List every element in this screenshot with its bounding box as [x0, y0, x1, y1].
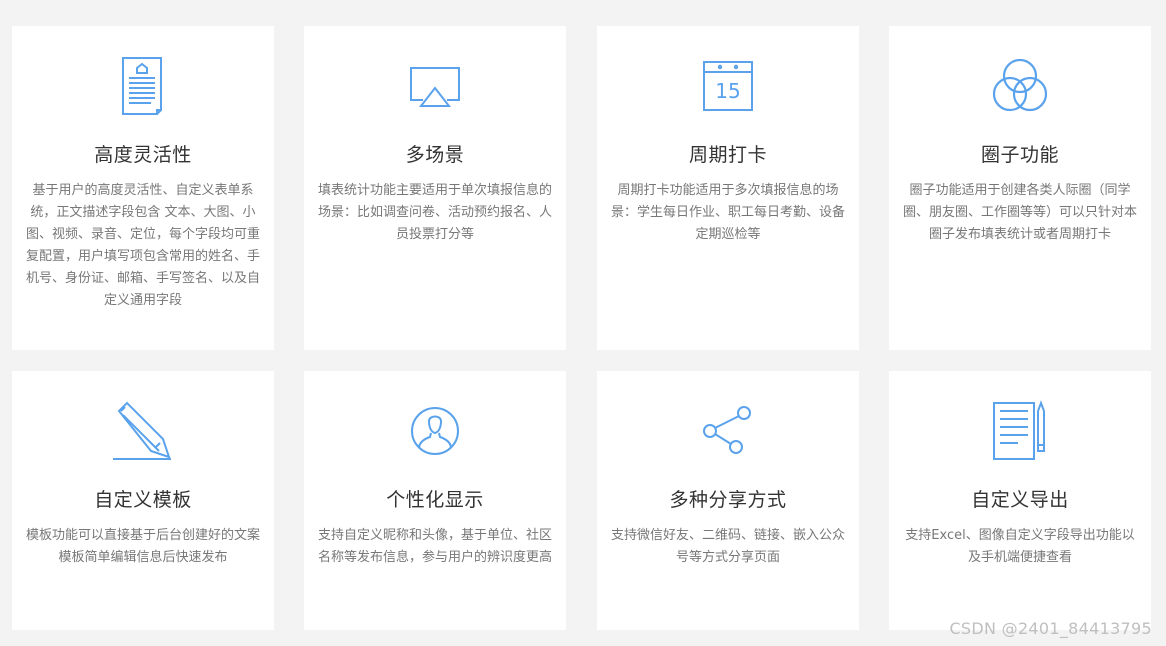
airplay-icon — [403, 54, 467, 118]
pencil-icon — [111, 399, 175, 463]
feature-card-flexibility: 高度灵活性 基于用户的高度灵活性、自定义表单系统，正文描述字段包含 文本、大图、… — [12, 26, 274, 350]
feature-title: 自定义模板 — [94, 489, 192, 511]
feature-description: 周期打卡功能适用于多次填报信息的场景：学生每日作业、职工每日考勤、设备定期巡检等 — [610, 183, 845, 242]
feature-card-custom-template: 自定义模板 模板功能可以直接基于后台创建好的文案模板简单编辑信息后快速发布 — [12, 371, 274, 630]
feature-title: 个性化显示 — [386, 489, 484, 511]
feature-description: 填表统计功能主要适用于单次填报信息的场景：比如调查问卷、活动预约报名、人员投票打… — [317, 183, 552, 242]
watermark-text: CSDN @2401_84413795 — [949, 619, 1152, 638]
notepad-pen-icon — [988, 399, 1052, 463]
feature-card-multi-scene: 多场景 填表统计功能主要适用于单次填报信息的场景：比如调查问卷、活动预约报名、人… — [304, 26, 566, 350]
feature-card-personalized-display: 个性化显示 支持自定义昵称和头像，基于单位、社区名称等发布信息，参与用户的辨识度… — [304, 371, 566, 630]
calendar-icon: 15 — [696, 54, 760, 118]
feature-description: 模板功能可以直接基于后台创建好的文案模板简单编辑信息后快速发布 — [25, 528, 260, 565]
feature-card-periodic-checkin: 15 周期打卡 周期打卡功能适用于多次填报信息的场景：学生每日作业、职工每日考勤… — [597, 26, 859, 350]
feature-card-custom-export: 自定义导出 支持Excel、图像自定义字段导出功能以及手机端便捷查看 — [889, 371, 1151, 630]
feature-card-share-methods: 多种分享方式 支持微信好友、二维码、链接、嵌入公众号等方式分享页面 — [597, 371, 859, 630]
feature-description: 支持微信好友、二维码、链接、嵌入公众号等方式分享页面 — [610, 528, 845, 565]
document-icon — [111, 54, 175, 118]
feature-title: 周期打卡 — [688, 144, 767, 166]
user-avatar-icon — [403, 399, 467, 463]
feature-description: 支持Excel、图像自定义字段导出功能以及手机端便捷查看 — [905, 528, 1135, 565]
feature-title: 高度灵活性 — [94, 144, 192, 166]
feature-title: 多场景 — [405, 144, 465, 166]
share-icon — [696, 399, 760, 463]
circles-icon — [988, 54, 1052, 118]
feature-description: 圈子功能适用于创建各类人际圈（同学圈、朋友圈、工作圈等等）可以只针对本圈子发布填… — [902, 183, 1137, 242]
feature-title: 多种分享方式 — [669, 489, 787, 511]
feature-title: 圈子功能 — [980, 144, 1059, 166]
calendar-day-label: 15 — [715, 79, 740, 103]
feature-card-circles: 圈子功能 圈子功能适用于创建各类人际圈（同学圈、朋友圈、工作圈等等）可以只针对本… — [889, 26, 1151, 350]
feature-description: 基于用户的高度灵活性、自定义表单系统，正文描述字段包含 文本、大图、小图、视频、… — [25, 183, 260, 308]
feature-description: 支持自定义昵称和头像，基于单位、社区名称等发布信息，参与用户的辨识度更高 — [317, 528, 552, 565]
feature-title: 自定义导出 — [971, 489, 1069, 511]
